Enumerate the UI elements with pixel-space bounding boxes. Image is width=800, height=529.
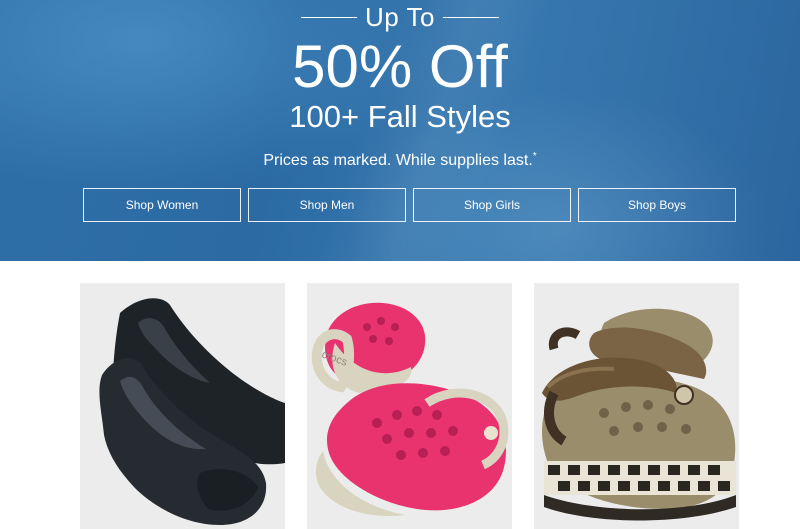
eyebrow-row: Up To [0, 2, 800, 32]
styles-subhead: 100+ Fall Styles [289, 99, 511, 134]
shop-girls-button[interactable]: Shop Girls [413, 188, 571, 222]
disclaimer-asterisk: * [532, 151, 537, 162]
shop-men-button[interactable]: Shop Men [248, 188, 406, 222]
shop-buttons: Shop Women Shop Men Shop Girls Shop Boys [83, 188, 736, 222]
disclaimer: Prices as marked. While supplies last.* [0, 146, 800, 172]
discount-headline: 50% Off [292, 33, 508, 100]
divider-line-left [301, 16, 358, 18]
shop-women-button[interactable]: Shop Women [83, 188, 241, 222]
fur-lined-clogs-image [542, 308, 736, 521]
shop-boys-button[interactable]: Shop Boys [578, 188, 736, 222]
promo-banner: Up To 50% Off 100+ Fall Styles Prices as… [0, 0, 800, 261]
product-card-fur-clogs[interactable] [534, 283, 739, 529]
eyebrow-text: Up To [365, 2, 435, 32]
disclaimer-text: Prices as marked. While supplies last. [263, 152, 533, 169]
divider-line-right [442, 16, 499, 18]
pink-kids-clogs-image: crocs [311, 302, 509, 516]
product-card-black-flats[interactable] [80, 283, 285, 529]
black-flat-shoes-image [99, 298, 285, 525]
product-card-pink-clogs[interactable]: crocs [307, 283, 512, 529]
product-grid: crocs [80, 283, 739, 529]
